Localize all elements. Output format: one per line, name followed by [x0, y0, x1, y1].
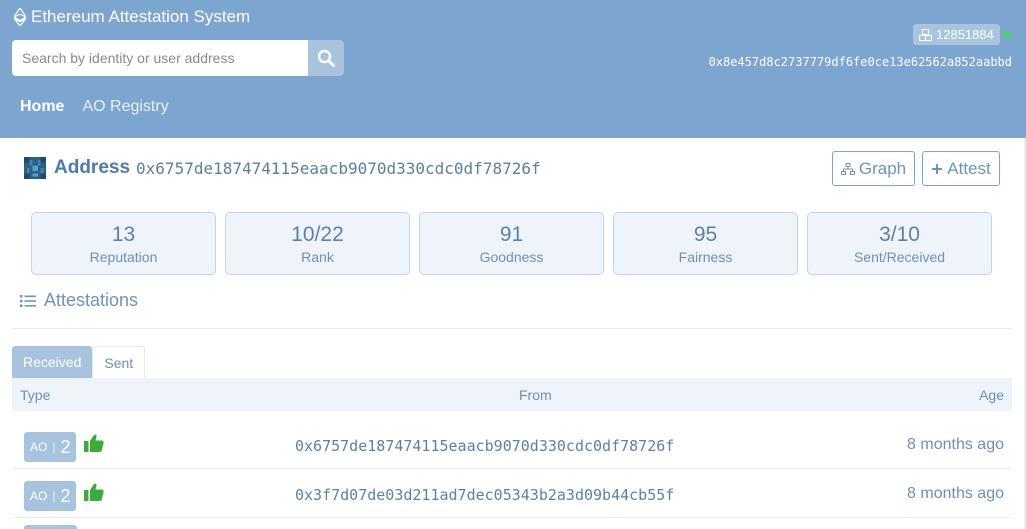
ao-separator: | [52, 440, 56, 454]
search-button[interactable] [308, 40, 344, 76]
sitemap-icon [840, 162, 855, 175]
stats-row: 13 Reputation 10/22 Rank 91 Goodness 95 … [31, 212, 992, 275]
stat-rank: 10/22 Rank [225, 212, 410, 275]
stat-label: Sent/Received [853, 248, 946, 265]
column-age: Age [979, 386, 1004, 403]
stat-fairness: 95 Fairness [613, 212, 798, 275]
identicon [24, 157, 46, 179]
column-from: From [519, 386, 552, 403]
ao-label: AO [30, 489, 48, 503]
table-header: Type From Age [12, 378, 1012, 411]
attestation-tabs: Received Sent [12, 346, 146, 378]
from-address-link[interactable]: 0x3f7d07de03d211ad7dec05343b2a3d09b44cb5… [295, 486, 674, 504]
stat-value: 13 [111, 222, 136, 246]
stat-reputation: 13 Reputation [31, 212, 216, 275]
main-nav: Home AO Registry [20, 98, 169, 116]
stat-label: Fairness [678, 248, 733, 265]
column-type: Type [20, 386, 51, 403]
table-row: AO | 2 0x6757de187474115eaacb9070d330cdc… [12, 420, 1012, 469]
stat-label: Reputation [89, 248, 158, 265]
search-bar [12, 40, 344, 76]
stat-goodness: 91 Goodness [419, 212, 604, 275]
thumbs-up-icon [84, 483, 104, 501]
cubes-icon [919, 28, 932, 41]
stat-value: 10/22 [291, 222, 344, 246]
from-address-link[interactable]: 0x6757de187474115eaacb9070d330cdc0df7872… [295, 437, 674, 455]
stat-value: 3/10 [879, 222, 920, 246]
ethereum-icon [14, 8, 26, 26]
row-age: 8 months ago [907, 436, 1004, 453]
stat-label: Goodness [479, 248, 544, 265]
attest-button-label: Attest [947, 158, 991, 178]
ao-label: AO [30, 440, 48, 454]
brand[interactable]: Ethereum Attestation System [14, 7, 250, 27]
stat-label: Rank [301, 248, 334, 265]
nav-ao-registry[interactable]: AO Registry [82, 98, 168, 116]
section-divider [12, 328, 1012, 329]
stat-value: 91 [499, 222, 524, 246]
app-title: Ethereum Attestation System [31, 7, 251, 26]
address-label: Address [54, 157, 131, 178]
ao-separator: | [52, 489, 56, 503]
attest-button[interactable]: Attest [922, 151, 1000, 186]
table-row: AO | 2 0x3f7d07de03d211ad7dec05343b2a3d0… [12, 469, 1012, 518]
attestations-heading: Attestations [20, 290, 138, 311]
address-heading: Address 0x6757de187474115eaacb9070d330cd… [24, 157, 541, 179]
ao-badge[interactable]: AO | 2 [24, 432, 77, 462]
top-header: Ethereum Attestation System 12851884 0x8… [0, 0, 1026, 138]
tab-received[interactable]: Received [12, 346, 93, 378]
stat-sent-received: 3/10 Sent/Received [807, 212, 992, 275]
nav-home[interactable]: Home [20, 98, 64, 116]
row-age: 8 months ago [907, 485, 1004, 502]
thumbs-up-icon [84, 434, 104, 452]
list-icon [20, 294, 36, 307]
network-status-dot [1004, 31, 1011, 38]
block-number-badge: 12851884 [913, 24, 1000, 45]
address-value: 0x6757de187474115eaacb9070d330cdc0df7872… [136, 158, 541, 178]
stat-value: 95 [693, 222, 718, 246]
attestations-title: Attestations [44, 290, 139, 310]
ao-badge[interactable] [24, 525, 77, 529]
ao-count: 2 [60, 436, 71, 457]
block-number: 12851884 [936, 27, 994, 42]
plus-icon [932, 163, 943, 174]
graph-button-label: Graph [858, 158, 907, 178]
search-input[interactable] [12, 40, 308, 76]
ao-count: 2 [60, 485, 71, 506]
ao-badge[interactable]: AO | 2 [24, 481, 77, 511]
tab-sent[interactable]: Sent [92, 346, 146, 378]
graph-button[interactable]: Graph [832, 151, 915, 186]
account-address[interactable]: 0x8e457d8c2737779df6fe0ce13e62562a852aab… [709, 55, 1012, 69]
search-icon [317, 49, 335, 67]
